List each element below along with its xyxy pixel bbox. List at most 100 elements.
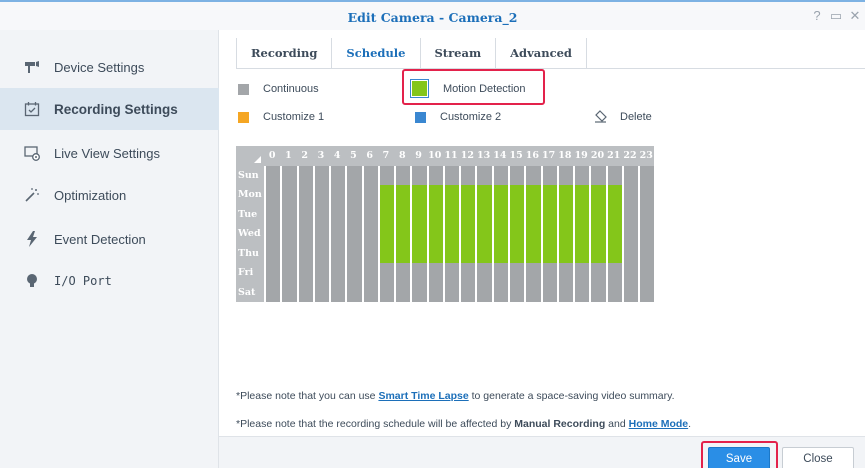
schedule-cell[interactable] xyxy=(475,204,492,224)
grid-corner-icon[interactable] xyxy=(236,146,264,166)
schedule-cell[interactable] xyxy=(475,282,492,302)
schedule-cell[interactable] xyxy=(621,185,639,205)
schedule-cell[interactable] xyxy=(638,224,655,244)
schedule-cell[interactable] xyxy=(491,282,508,302)
schedule-cell[interactable] xyxy=(296,185,313,205)
schedule-cell[interactable] xyxy=(410,282,427,302)
schedule-cell[interactable] xyxy=(377,204,395,224)
schedule-cell[interactable] xyxy=(361,263,378,283)
sidebar-item-live-view-settings[interactable]: Live View Settings xyxy=(0,132,219,174)
schedule-cell[interactable] xyxy=(507,185,525,205)
schedule-cell[interactable] xyxy=(410,204,427,224)
schedule-cell[interactable] xyxy=(312,204,330,224)
schedule-cell[interactable] xyxy=(491,263,508,283)
schedule-cell[interactable] xyxy=(638,165,655,185)
close-button[interactable]: Close xyxy=(782,447,854,468)
hour-header[interactable]: 5 xyxy=(345,146,362,166)
schedule-cell[interactable] xyxy=(394,224,411,244)
schedule-cell[interactable] xyxy=(361,204,378,224)
schedule-cell[interactable] xyxy=(605,185,622,205)
schedule-cell[interactable] xyxy=(621,282,639,302)
schedule-cell[interactable] xyxy=(329,185,346,205)
schedule-cell[interactable] xyxy=(556,185,574,205)
schedule-cell[interactable] xyxy=(394,185,411,205)
smart-time-lapse-link[interactable]: Smart Time Lapse xyxy=(378,390,468,402)
schedule-cell[interactable] xyxy=(442,224,460,244)
schedule-cell[interactable] xyxy=(345,165,362,185)
schedule-cell[interactable] xyxy=(410,263,427,283)
hour-header[interactable]: 18 xyxy=(556,146,574,166)
schedule-cell[interactable] xyxy=(507,263,525,283)
schedule-cell[interactable] xyxy=(296,282,313,302)
schedule-cell[interactable] xyxy=(556,243,574,263)
tab-advanced[interactable]: Advanced xyxy=(496,38,587,68)
schedule-cell[interactable] xyxy=(442,263,460,283)
schedule-cell[interactable] xyxy=(442,282,460,302)
schedule-cell[interactable] xyxy=(345,224,362,244)
schedule-cell[interactable] xyxy=(280,263,297,283)
schedule-cell[interactable] xyxy=(394,243,411,263)
help-icon[interactable]: ? xyxy=(810,9,824,23)
schedule-cell[interactable] xyxy=(556,263,574,283)
schedule-cell[interactable] xyxy=(296,204,313,224)
schedule-cell[interactable] xyxy=(524,243,541,263)
schedule-cell[interactable] xyxy=(459,204,476,224)
tab-stream[interactable]: Stream xyxy=(421,38,497,68)
sidebar-item-recording-settings[interactable]: Recording Settings xyxy=(0,88,219,130)
schedule-cell[interactable] xyxy=(345,263,362,283)
schedule-cell[interactable] xyxy=(589,243,606,263)
schedule-cell[interactable] xyxy=(442,165,460,185)
schedule-cell[interactable] xyxy=(361,243,378,263)
day-header[interactable]: Fri xyxy=(236,263,264,283)
schedule-cell[interactable] xyxy=(589,204,606,224)
hour-header[interactable]: 10 xyxy=(426,146,443,166)
schedule-cell[interactable] xyxy=(426,263,443,283)
hour-header[interactable]: 0 xyxy=(264,146,281,166)
schedule-cell[interactable] xyxy=(621,204,639,224)
schedule-cell[interactable] xyxy=(345,282,362,302)
schedule-cell[interactable] xyxy=(638,185,655,205)
home-mode-link[interactable]: Home Mode xyxy=(629,418,689,430)
schedule-cell[interactable] xyxy=(264,282,281,302)
schedule-cell[interactable] xyxy=(394,282,411,302)
schedule-cell[interactable] xyxy=(329,224,346,244)
schedule-cell[interactable] xyxy=(264,224,281,244)
schedule-cell[interactable] xyxy=(589,185,606,205)
schedule-cell[interactable] xyxy=(605,165,622,185)
schedule-cell[interactable] xyxy=(377,224,395,244)
schedule-cell[interactable] xyxy=(345,204,362,224)
hour-header[interactable]: 11 xyxy=(442,146,460,166)
hour-header[interactable]: 1 xyxy=(280,146,297,166)
schedule-cell[interactable] xyxy=(524,165,541,185)
schedule-cell[interactable] xyxy=(573,224,590,244)
schedule-cell[interactable] xyxy=(459,263,476,283)
hour-header[interactable]: 14 xyxy=(491,146,508,166)
schedule-cell[interactable] xyxy=(442,243,460,263)
close-window-icon[interactable]: ✕ xyxy=(848,9,862,23)
schedule-cell[interactable] xyxy=(605,243,622,263)
schedule-cell[interactable] xyxy=(394,263,411,283)
schedule-cell[interactable] xyxy=(296,243,313,263)
sidebar-item-event-detection[interactable]: Event Detection xyxy=(0,218,219,260)
schedule-cell[interactable] xyxy=(345,185,362,205)
schedule-cell[interactable] xyxy=(345,243,362,263)
schedule-cell[interactable] xyxy=(540,243,557,263)
schedule-cell[interactable] xyxy=(361,282,378,302)
schedule-cell[interactable] xyxy=(410,185,427,205)
schedule-cell[interactable] xyxy=(264,165,281,185)
schedule-cell[interactable] xyxy=(507,165,525,185)
day-header[interactable]: Sun xyxy=(236,165,264,185)
schedule-cell[interactable] xyxy=(442,204,460,224)
schedule-cell[interactable] xyxy=(605,282,622,302)
schedule-cell[interactable] xyxy=(573,243,590,263)
schedule-cell[interactable] xyxy=(426,204,443,224)
schedule-cell[interactable] xyxy=(361,185,378,205)
hour-header[interactable]: 21 xyxy=(605,146,622,166)
schedule-cell[interactable] xyxy=(524,263,541,283)
schedule-cell[interactable] xyxy=(377,282,395,302)
day-header[interactable]: Tue xyxy=(236,204,264,224)
schedule-cell[interactable] xyxy=(507,243,525,263)
schedule-cell[interactable] xyxy=(573,282,590,302)
hour-header[interactable]: 2 xyxy=(296,146,313,166)
schedule-cell[interactable] xyxy=(280,224,297,244)
